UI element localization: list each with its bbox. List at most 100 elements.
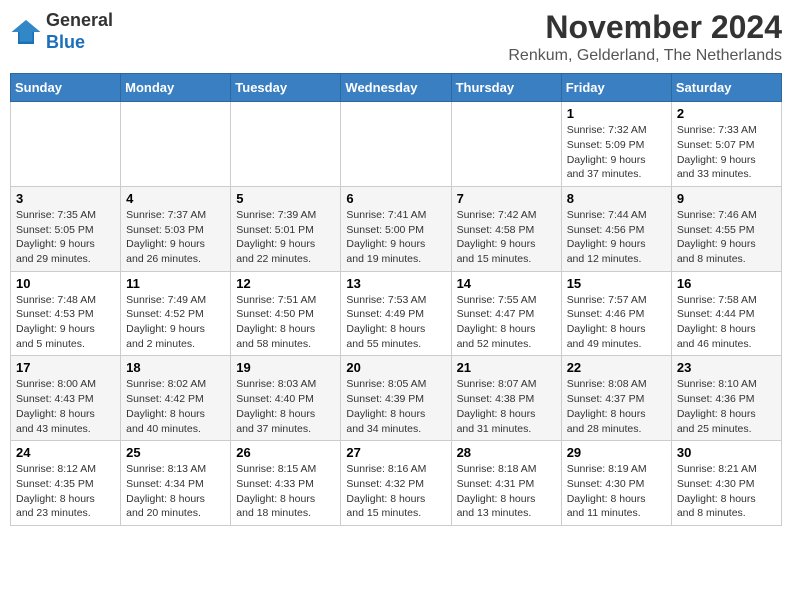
day-info: Sunrise: 7:49 AMSunset: 4:52 PMDaylight:… bbox=[126, 293, 225, 352]
weekday-header-wednesday: Wednesday bbox=[341, 74, 451, 102]
day-number: 22 bbox=[567, 360, 666, 375]
logo-blue: Blue bbox=[46, 32, 85, 52]
day-number: 20 bbox=[346, 360, 445, 375]
day-info: Sunrise: 7:55 AMSunset: 4:47 PMDaylight:… bbox=[457, 293, 556, 352]
day-info: Sunrise: 7:39 AMSunset: 5:01 PMDaylight:… bbox=[236, 208, 335, 267]
day-number: 17 bbox=[16, 360, 115, 375]
calendar-cell: 5 Sunrise: 7:39 AMSunset: 5:01 PMDaylight… bbox=[231, 186, 341, 271]
day-number: 27 bbox=[346, 445, 445, 460]
day-info: Sunrise: 8:08 AMSunset: 4:37 PMDaylight:… bbox=[567, 377, 666, 436]
day-number: 28 bbox=[457, 445, 556, 460]
calendar-week-row: 1Sunrise: 7:32 AMSunset: 5:09 PMDaylight… bbox=[11, 102, 782, 187]
day-number: 1 bbox=[567, 106, 666, 121]
calendar-cell: 18Sunrise: 8:02 AMSunset: 4:42 PMDayligh… bbox=[121, 356, 231, 441]
day-info: Sunrise: 8:02 AMSunset: 4:42 PMDaylight:… bbox=[126, 377, 225, 436]
calendar-cell bbox=[231, 102, 341, 187]
logo-icon bbox=[10, 16, 42, 48]
day-number: 2 bbox=[677, 106, 776, 121]
day-number: 13 bbox=[346, 276, 445, 291]
day-info: Sunrise: 8:12 AMSunset: 4:35 PMDaylight:… bbox=[16, 462, 115, 521]
day-number: 7 bbox=[457, 191, 556, 206]
weekday-header-saturday: Saturday bbox=[671, 74, 781, 102]
weekday-header-tuesday: Tuesday bbox=[231, 74, 341, 102]
day-number: 30 bbox=[677, 445, 776, 460]
day-number: 21 bbox=[457, 360, 556, 375]
day-info: Sunrise: 7:48 AMSunset: 4:53 PMDaylight:… bbox=[16, 293, 115, 352]
weekday-header-friday: Friday bbox=[561, 74, 671, 102]
day-number: 24 bbox=[16, 445, 115, 460]
day-number: 15 bbox=[567, 276, 666, 291]
day-number: 6 bbox=[346, 191, 445, 206]
calendar-cell: 3 Sunrise: 7:35 AMSunset: 5:05 PMDaylight… bbox=[11, 186, 121, 271]
calendar-cell bbox=[121, 102, 231, 187]
day-info: Sunrise: 8:15 AMSunset: 4:33 PMDaylight:… bbox=[236, 462, 335, 521]
calendar-cell: 21 Sunrise: 8:07 AMSunset: 4:38 PMDayligh… bbox=[451, 356, 561, 441]
calendar-cell: 7 Sunrise: 7:42 AMSunset: 4:58 PMDaylight… bbox=[451, 186, 561, 271]
calendar-cell: 23Sunrise: 8:10 AMSunset: 4:36 PMDayligh… bbox=[671, 356, 781, 441]
header: General Blue November 2024 Renkum, Gelde… bbox=[10, 10, 782, 65]
location-subtitle: Renkum, Gelderland, The Netherlands bbox=[508, 47, 782, 65]
day-info: Sunrise: 7:42 AMSunset: 4:58 PMDaylight:… bbox=[457, 208, 556, 267]
month-title: November 2024 bbox=[508, 10, 782, 45]
calendar-week-row: 17 Sunrise: 8:00 AMSunset: 4:43 PMDayligh… bbox=[11, 356, 782, 441]
calendar-cell bbox=[11, 102, 121, 187]
calendar-cell: 29Sunrise: 8:19 AMSunset: 4:30 PMDayligh… bbox=[561, 441, 671, 526]
day-info: Sunrise: 7:41 AMSunset: 5:00 PMDaylight:… bbox=[346, 208, 445, 267]
calendar-cell: 6 Sunrise: 7:41 AMSunset: 5:00 PMDaylight… bbox=[341, 186, 451, 271]
calendar-week-row: 10Sunrise: 7:48 AMSunset: 4:53 PMDayligh… bbox=[11, 271, 782, 356]
calendar-cell: 16Sunrise: 7:58 AMSunset: 4:44 PMDayligh… bbox=[671, 271, 781, 356]
calendar-cell: 26 Sunrise: 8:15 AMSunset: 4:33 PMDayligh… bbox=[231, 441, 341, 526]
calendar-cell: 11Sunrise: 7:49 AMSunset: 4:52 PMDayligh… bbox=[121, 271, 231, 356]
calendar-cell: 25 Sunrise: 8:13 AMSunset: 4:34 PMDayligh… bbox=[121, 441, 231, 526]
day-number: 8 bbox=[567, 191, 666, 206]
day-number: 26 bbox=[236, 445, 335, 460]
day-info: Sunrise: 7:53 AMSunset: 4:49 PMDaylight:… bbox=[346, 293, 445, 352]
day-number: 5 bbox=[236, 191, 335, 206]
calendar-cell bbox=[341, 102, 451, 187]
day-info: Sunrise: 8:19 AMSunset: 4:30 PMDaylight:… bbox=[567, 462, 666, 521]
calendar-cell: 13 Sunrise: 7:53 AMSunset: 4:49 PMDayligh… bbox=[341, 271, 451, 356]
calendar-cell: 24 Sunrise: 8:12 AMSunset: 4:35 PMDayligh… bbox=[11, 441, 121, 526]
calendar-cell: 20 Sunrise: 8:05 AMSunset: 4:39 PMDayligh… bbox=[341, 356, 451, 441]
calendar-cell: 1Sunrise: 7:32 AMSunset: 5:09 PMDaylight… bbox=[561, 102, 671, 187]
calendar-week-row: 24 Sunrise: 8:12 AMSunset: 4:35 PMDayligh… bbox=[11, 441, 782, 526]
weekday-header-thursday: Thursday bbox=[451, 74, 561, 102]
day-info: Sunrise: 7:37 AMSunset: 5:03 PMDaylight:… bbox=[126, 208, 225, 267]
calendar-cell: 15 Sunrise: 7:57 AMSunset: 4:46 PMDayligh… bbox=[561, 271, 671, 356]
day-info: Sunrise: 8:13 AMSunset: 4:34 PMDaylight:… bbox=[126, 462, 225, 521]
calendar-week-row: 3 Sunrise: 7:35 AMSunset: 5:05 PMDaylight… bbox=[11, 186, 782, 271]
day-info: Sunrise: 8:03 AMSunset: 4:40 PMDaylight:… bbox=[236, 377, 335, 436]
day-info: Sunrise: 8:18 AMSunset: 4:31 PMDaylight:… bbox=[457, 462, 556, 521]
day-number: 14 bbox=[457, 276, 556, 291]
day-number: 19 bbox=[236, 360, 335, 375]
calendar-cell: 19 Sunrise: 8:03 AMSunset: 4:40 PMDayligh… bbox=[231, 356, 341, 441]
calendar-cell: 22 Sunrise: 8:08 AMSunset: 4:37 PMDayligh… bbox=[561, 356, 671, 441]
day-info: Sunrise: 8:00 AMSunset: 4:43 PMDaylight:… bbox=[16, 377, 115, 436]
weekday-header-sunday: Sunday bbox=[11, 74, 121, 102]
calendar-cell: 27 Sunrise: 8:16 AMSunset: 4:32 PMDayligh… bbox=[341, 441, 451, 526]
day-info: Sunrise: 8:05 AMSunset: 4:39 PMDaylight:… bbox=[346, 377, 445, 436]
day-info: Sunrise: 7:33 AMSunset: 5:07 PMDaylight:… bbox=[677, 123, 776, 182]
calendar: SundayMondayTuesdayWednesdayThursdayFrid… bbox=[10, 73, 782, 526]
day-info: Sunrise: 8:07 AMSunset: 4:38 PMDaylight:… bbox=[457, 377, 556, 436]
day-info: Sunrise: 8:21 AMSunset: 4:30 PMDaylight:… bbox=[677, 462, 776, 521]
calendar-cell bbox=[451, 102, 561, 187]
day-info: Sunrise: 7:44 AMSunset: 4:56 PMDaylight:… bbox=[567, 208, 666, 267]
calendar-cell: 2 Sunrise: 7:33 AMSunset: 5:07 PMDaylight… bbox=[671, 102, 781, 187]
logo-text: General Blue bbox=[46, 10, 113, 53]
day-info: Sunrise: 7:57 AMSunset: 4:46 PMDaylight:… bbox=[567, 293, 666, 352]
calendar-cell: 14 Sunrise: 7:55 AMSunset: 4:47 PMDayligh… bbox=[451, 271, 561, 356]
day-number: 3 bbox=[16, 191, 115, 206]
calendar-cell: 10Sunrise: 7:48 AMSunset: 4:53 PMDayligh… bbox=[11, 271, 121, 356]
day-info: Sunrise: 8:16 AMSunset: 4:32 PMDaylight:… bbox=[346, 462, 445, 521]
day-number: 12 bbox=[236, 276, 335, 291]
calendar-cell: 4Sunrise: 7:37 AMSunset: 5:03 PMDaylight… bbox=[121, 186, 231, 271]
calendar-cell: 30 Sunrise: 8:21 AMSunset: 4:30 PMDayligh… bbox=[671, 441, 781, 526]
weekday-header-row: SundayMondayTuesdayWednesdayThursdayFrid… bbox=[11, 74, 782, 102]
title-section: November 2024 Renkum, Gelderland, The Ne… bbox=[508, 10, 782, 65]
calendar-cell: 28 Sunrise: 8:18 AMSunset: 4:31 PMDayligh… bbox=[451, 441, 561, 526]
day-number: 25 bbox=[126, 445, 225, 460]
calendar-cell: 12Sunrise: 7:51 AMSunset: 4:50 PMDayligh… bbox=[231, 271, 341, 356]
weekday-header-monday: Monday bbox=[121, 74, 231, 102]
day-info: Sunrise: 7:35 AMSunset: 5:05 PMDaylight:… bbox=[16, 208, 115, 267]
